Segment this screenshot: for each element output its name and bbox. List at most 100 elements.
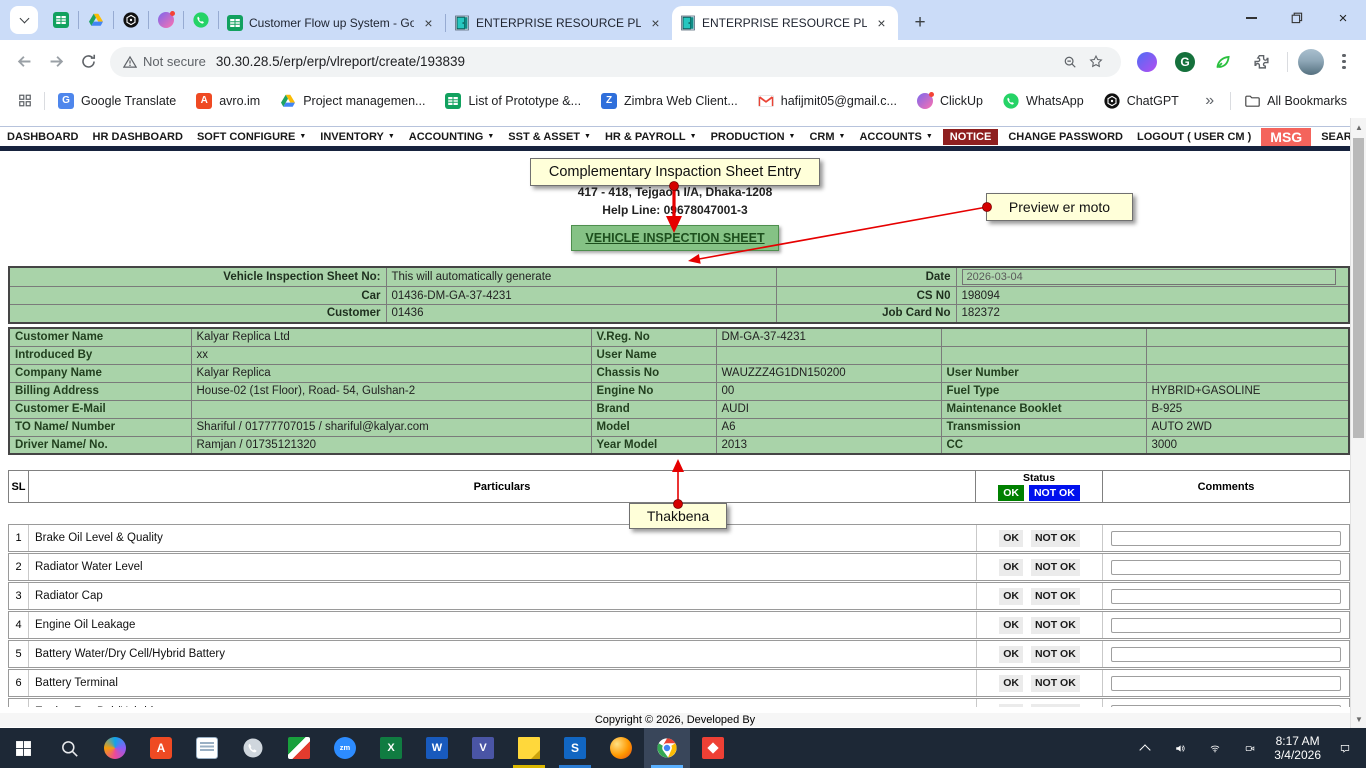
vehicle-inspection-sheet-button[interactable]: VEHICLE INSPECTION SHEET [571, 225, 778, 251]
bookmark-avro-im[interactable]: avro.im [189, 90, 267, 112]
nav-item-inventory[interactable]: INVENTORY▼ [313, 131, 402, 143]
nav-item-accounting[interactable]: ACCOUNTING▼ [402, 131, 502, 143]
tab-close-icon[interactable]: × [647, 15, 664, 32]
taskbar-notepad-button[interactable] [184, 728, 230, 768]
taskbar-anydesk-button[interactable] [690, 728, 736, 768]
browser-tab-active[interactable]: ENTERPRISE RESOURCE PLANN× [672, 6, 898, 40]
pinned-tab-whatsapp[interactable] [184, 11, 218, 29]
taskbar-whatsapp-button[interactable] [230, 728, 276, 768]
comment-input[interactable] [1111, 531, 1341, 546]
taskbar-ssms-button[interactable] [552, 728, 598, 768]
scroll-up-arrow[interactable]: ▲ [1351, 119, 1366, 135]
comment-input[interactable] [1111, 589, 1341, 604]
all-bookmarks-button[interactable]: All Bookmarks [1237, 90, 1354, 112]
row-ok-button[interactable]: OK [999, 530, 1023, 547]
scroll-down-arrow[interactable]: ▼ [1351, 711, 1366, 727]
zoom-out-button[interactable] [1057, 49, 1083, 75]
taskbar-zoom-button[interactable] [322, 728, 368, 768]
row-not-ok-button[interactable]: NOT OK [1031, 646, 1080, 663]
meet-now-button[interactable] [1239, 733, 1261, 763]
taskbar-copilot-button[interactable] [92, 728, 138, 768]
nav-item-notice[interactable]: NOTICE [943, 129, 999, 145]
pinned-tab-drive[interactable] [79, 11, 113, 29]
volume-button[interactable] [1169, 733, 1191, 763]
pinned-tab-clickup[interactable] [149, 11, 183, 29]
maximize-button[interactable] [1274, 0, 1320, 36]
row-ok-button[interactable]: OK [999, 559, 1023, 576]
taskbar-chrome-button[interactable] [644, 728, 690, 768]
bookmarks-overflow-button[interactable]: » [1195, 92, 1224, 110]
row-not-ok-button[interactable]: NOT OK [1031, 617, 1080, 634]
tray-expand-button[interactable] [1134, 733, 1156, 763]
action-center-button[interactable] [1334, 733, 1356, 763]
browser-tab[interactable]: Customer Flow up System - Goo× [219, 6, 445, 40]
date-input[interactable] [962, 269, 1336, 285]
pinned-tab-sheets[interactable] [44, 11, 78, 29]
comment-input[interactable] [1111, 647, 1341, 662]
apps-shortcut-button[interactable] [12, 88, 38, 114]
row-ok-button[interactable]: OK [999, 646, 1023, 663]
nav-item-crm[interactable]: CRM▼ [802, 131, 852, 143]
taskbar-avro-button[interactable] [138, 728, 184, 768]
taskbar-word-button[interactable] [414, 728, 460, 768]
browser-tab[interactable]: ENTERPRISE RESOURCE PLANN× [446, 6, 672, 40]
taskbar-foxit-button[interactable] [276, 728, 322, 768]
bookmark-star-button[interactable] [1083, 49, 1109, 75]
nav-item-production[interactable]: PRODUCTION▼ [704, 131, 803, 143]
extensions-puzzle-button[interactable] [1245, 46, 1277, 78]
bookmark-clickup[interactable]: ClickUp [910, 90, 990, 112]
taskbar-start-button[interactable] [0, 728, 46, 768]
comment-input[interactable] [1111, 676, 1341, 691]
vertical-scrollbar[interactable]: ▲ ▼ [1350, 118, 1366, 728]
new-tab-button[interactable]: + [906, 9, 934, 37]
taskbar-clock[interactable]: 8:17 AM 3/4/2026 [1274, 734, 1321, 762]
row-not-ok-button[interactable]: NOT OK [1031, 559, 1080, 576]
pinned-tab-chatgpt[interactable] [114, 11, 148, 29]
nav-item-accounts[interactable]: ACCOUNTS▼ [852, 131, 939, 143]
profile-avatar[interactable] [1298, 49, 1324, 75]
bookmark-hafijmit05-gmail-c[interactable]: hafijmit05@gmail.c... [751, 90, 904, 112]
row-not-ok-button[interactable]: NOT OK [1031, 530, 1080, 547]
nav-item-soft-configure[interactable]: SOFT CONFIGURE▼ [190, 131, 313, 143]
tab-search-chevron-button[interactable] [10, 6, 38, 34]
browser-menu-button[interactable] [1330, 48, 1358, 76]
row-not-ok-button[interactable]: NOT OK [1031, 675, 1080, 692]
row-ok-button[interactable]: OK [999, 675, 1023, 692]
reload-button[interactable] [72, 46, 104, 78]
taskbar-firefox-button[interactable] [598, 728, 644, 768]
comment-input[interactable] [1111, 618, 1341, 633]
nav-item-msg[interactable]: MSG [1261, 128, 1311, 146]
nav-item-hr-payroll[interactable]: HR & PAYROLL▼ [598, 131, 704, 143]
close-button[interactable]: × [1320, 0, 1366, 36]
scroll-thumb[interactable] [1353, 138, 1364, 438]
bookmark-zimbra-web-client[interactable]: Zimbra Web Client... [594, 90, 745, 112]
bookmark-project-managemen[interactable]: Project managemen... [273, 90, 432, 112]
extension-scribe-button[interactable] [1131, 46, 1163, 78]
taskbar-excel-button[interactable] [368, 728, 414, 768]
extension-grammarly-button[interactable] [1169, 46, 1201, 78]
tab-close-icon[interactable]: × [420, 15, 437, 32]
nav-item-sst-asset[interactable]: SST & ASSET▼ [501, 131, 598, 143]
row-ok-button[interactable]: OK [999, 617, 1023, 634]
taskbar-search-button[interactable] [46, 728, 92, 768]
taskbar-visio-button[interactable] [460, 728, 506, 768]
tab-close-icon[interactable]: × [873, 15, 890, 32]
bookmark-list-of-prototype[interactable]: List of Prototype &... [438, 90, 588, 112]
extension-leaf-button[interactable] [1207, 46, 1239, 78]
wifi-button[interactable] [1204, 733, 1226, 763]
minimize-button[interactable] [1228, 0, 1274, 36]
nav-item-change-password[interactable]: CHANGE PASSWORD [1001, 131, 1130, 143]
bookmark-chatgpt[interactable]: ChatGPT [1097, 90, 1186, 112]
row-not-ok-button[interactable]: NOT OK [1031, 588, 1080, 605]
nav-item-logout-user-cm[interactable]: LOGOUT ( USER CM ) [1130, 131, 1258, 143]
address-bar[interactable]: Not secure 30.30.28.5/erp/erp/vlreport/c… [110, 47, 1121, 77]
back-button[interactable] [8, 46, 40, 78]
bookmark-google-translate[interactable]: Google Translate [51, 90, 183, 112]
row-ok-button[interactable]: OK [999, 588, 1023, 605]
bookmark-whatsapp[interactable]: WhatsApp [996, 90, 1091, 112]
nav-item-hr-dashboard[interactable]: HR DASHBOARD [86, 131, 190, 143]
taskbar-sticky-notes-button[interactable] [506, 728, 552, 768]
nav-item-dashboard[interactable]: DASHBOARD [0, 131, 86, 143]
forward-button[interactable] [40, 46, 72, 78]
comment-input[interactable] [1111, 560, 1341, 575]
